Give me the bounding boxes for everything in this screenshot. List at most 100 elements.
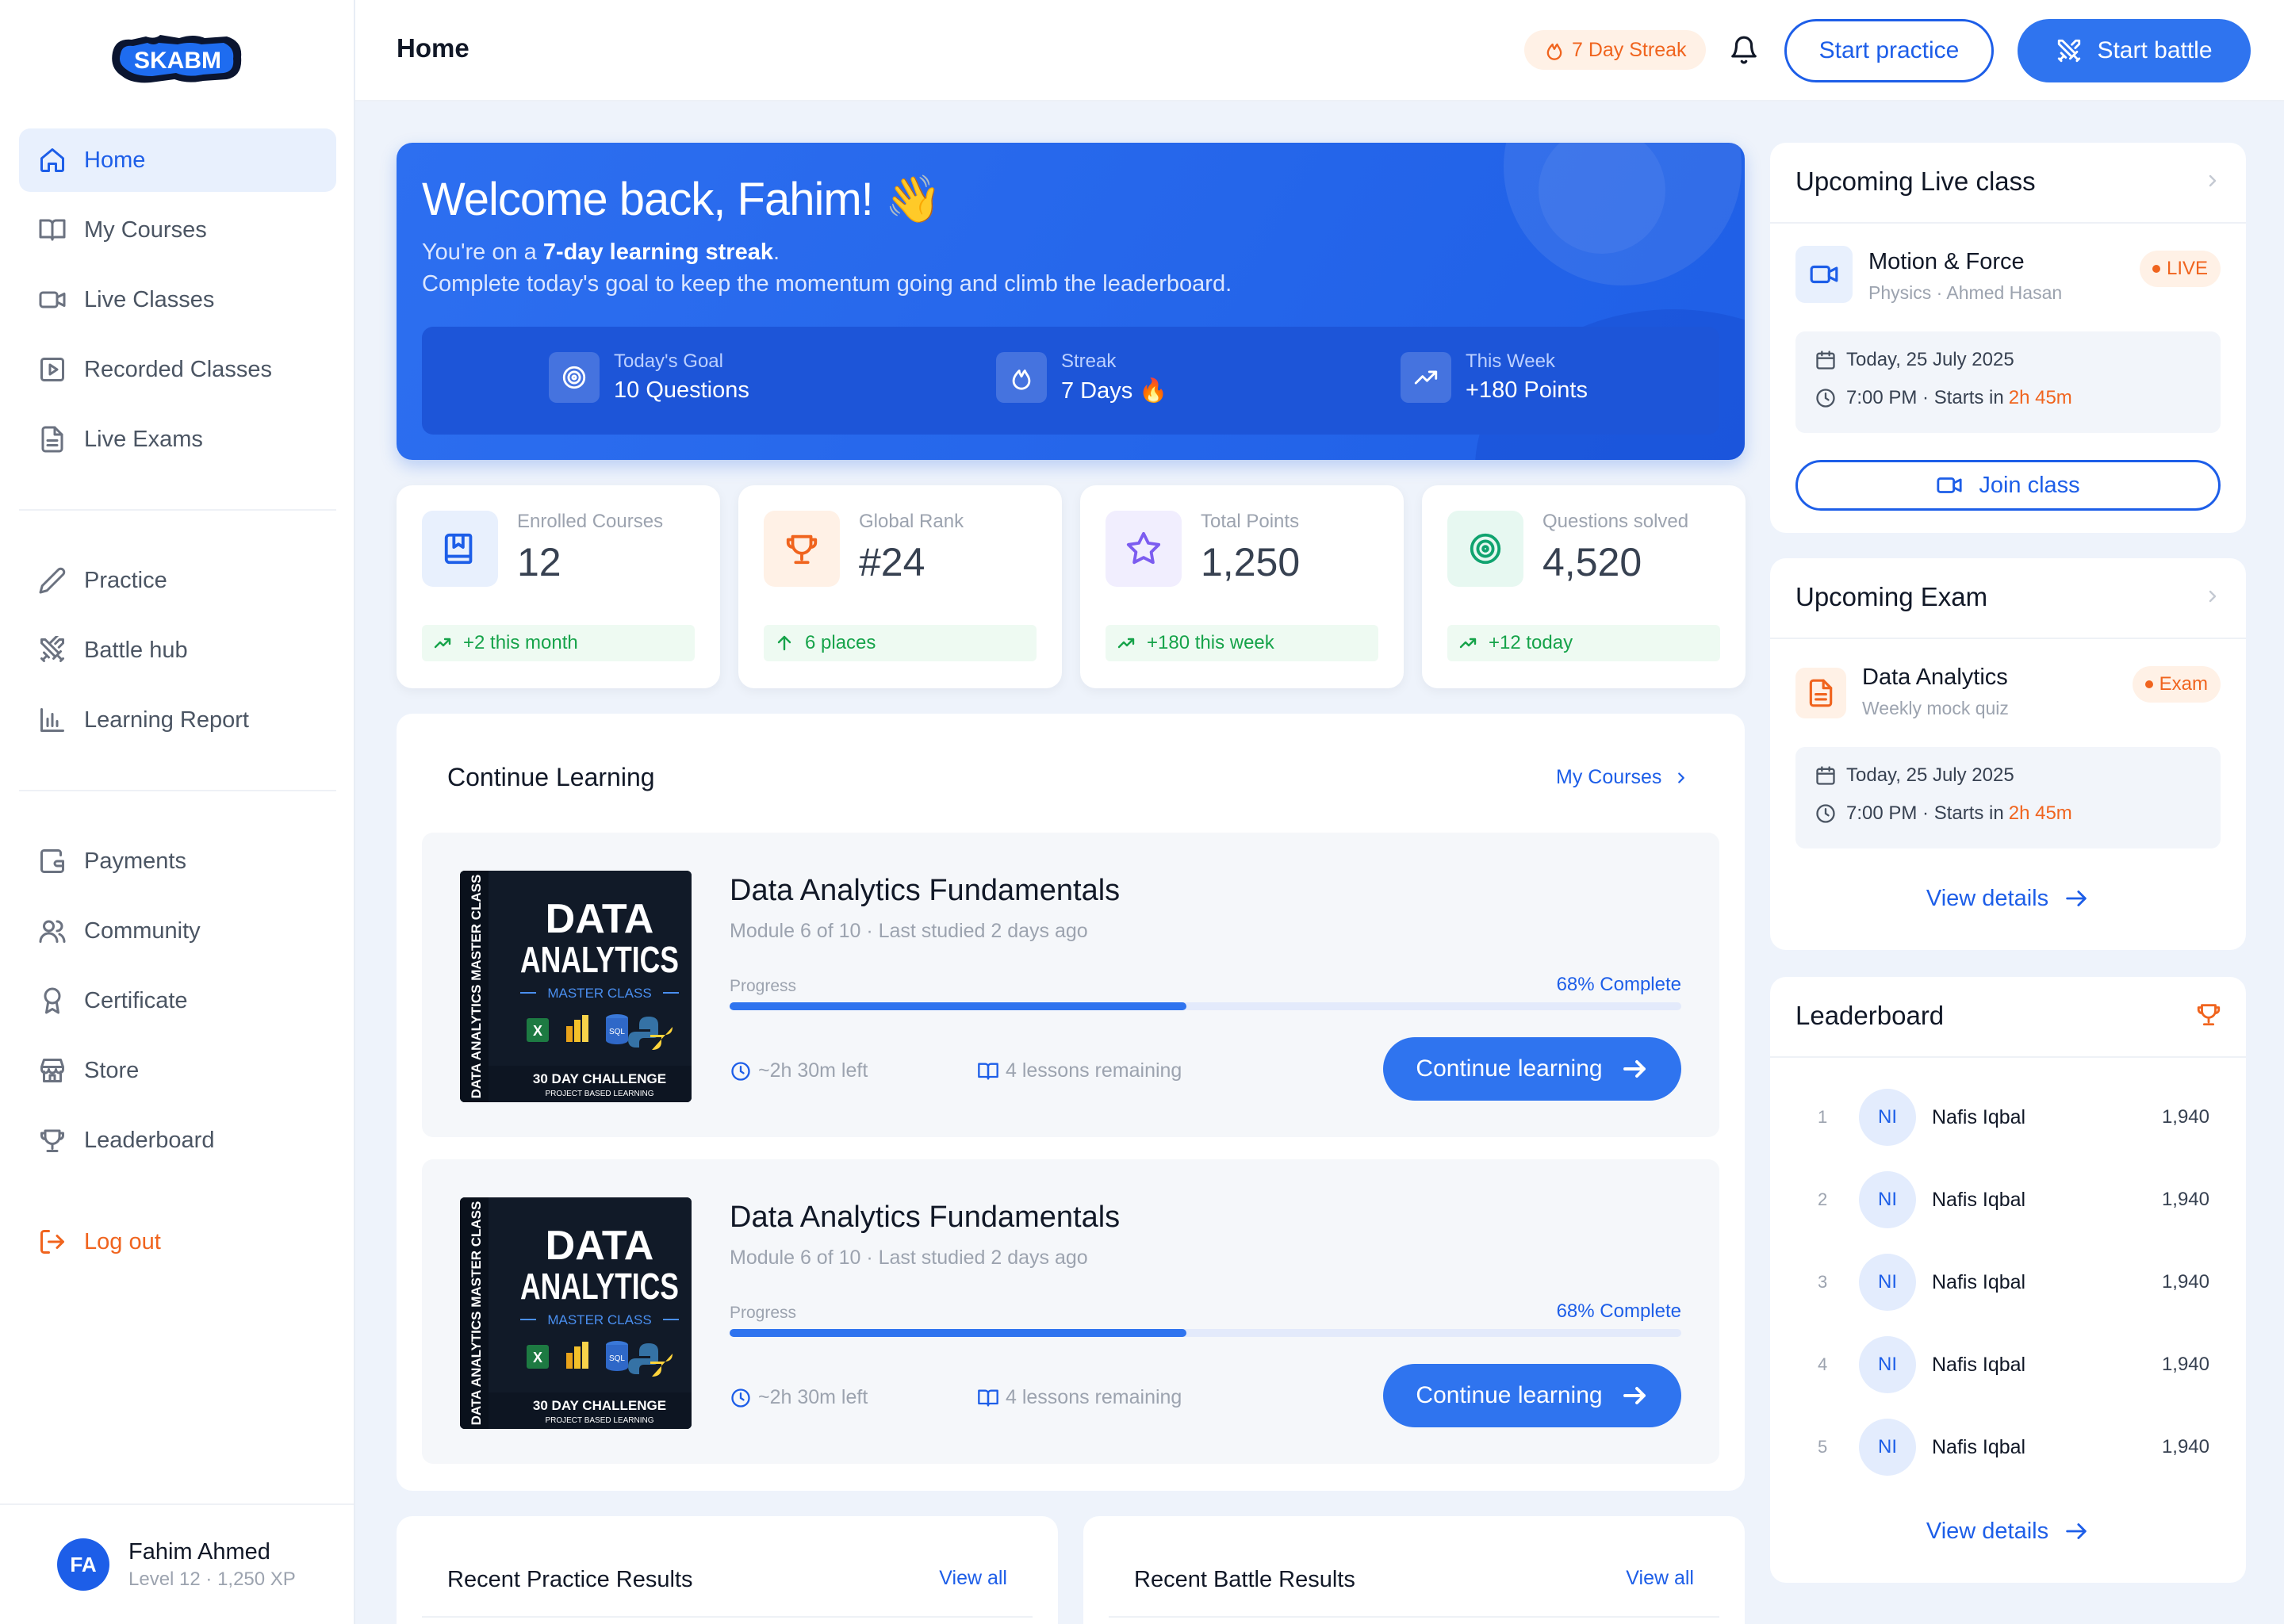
welcome-streak-bold: 7-day learning streak [542, 239, 773, 265]
arrow-up-icon [777, 635, 791, 651]
time-left-text: ~2h 30m left [758, 1059, 868, 1082]
button-label: Continue learning [1416, 1055, 1603, 1082]
arrow-right-icon [1623, 1060, 1646, 1078]
progress-bar [730, 1329, 1681, 1337]
calendar-icon [1816, 350, 1835, 370]
sidebar-item-certificate[interactable]: Certificate [19, 969, 336, 1032]
chevron-right-icon [1678, 772, 1685, 783]
live-class-name[interactable]: Motion & Force [1868, 249, 2025, 275]
rank: 5 [1818, 1437, 1828, 1457]
thumb-side-text: DATA ANALYTICS MASTER CLASS [469, 875, 484, 1099]
questions-solved-card[interactable]: Questions solved 4,520 +12 today [1422, 485, 1746, 688]
sidebar-item-leaderboard[interactable]: Leaderboard [19, 1109, 336, 1172]
trend-up-icon [434, 638, 451, 649]
view-all-link[interactable]: View all [1626, 1567, 1694, 1590]
bell-icon[interactable] [1729, 35, 1759, 65]
player-points: 1,940 [2161, 1436, 2209, 1457]
recent-practice-results-card: Recent Practice Results View all [397, 1516, 1058, 1624]
book-icon [444, 533, 473, 565]
leaderboard-row[interactable]: 3 NI Nafis Iqbal 1,940 [1795, 1253, 2221, 1312]
stat-change: +2 this month [422, 625, 695, 661]
logout-icon [40, 1230, 64, 1254]
app-logo[interactable]: SKABM [108, 29, 247, 89]
sidebar-item-learning-report[interactable]: Learning Report [19, 688, 336, 752]
sidebar-item-label: Certificate [84, 987, 188, 1013]
start-practice-button[interactable]: Start practice [1784, 19, 1994, 82]
divider [1770, 222, 2246, 224]
global-rank-card[interactable]: Global Rank #24 6 places [738, 485, 1062, 688]
time-text: 7:00 PM · Starts in [1846, 802, 2004, 824]
course-card[interactable]: DATA ANALYTICS MASTER CLASS DATA ANALYTI… [422, 1159, 1719, 1464]
sidebar-item-my-courses[interactable]: My Courses [19, 198, 336, 262]
view-details-link[interactable]: View details [1770, 1518, 2246, 1545]
sidebar-item-recorded-classes[interactable]: Recorded Classes [19, 338, 336, 401]
sidebar-item-community[interactable]: Community [19, 899, 336, 963]
start-battle-button[interactable]: Start battle [2018, 19, 2251, 82]
course-title[interactable]: Data Analytics Fundamentals [730, 1201, 1120, 1235]
welcome-subtitle: Complete today's goal to keep the moment… [422, 271, 1232, 297]
sidebar-item-label: Home [84, 147, 146, 173]
progress-bar [730, 1002, 1681, 1010]
user-profile[interactable]: FA Fahim Ahmed Level 12 · 1,250 XP [0, 1503, 354, 1624]
stat-label: Today's Goal [614, 350, 723, 372]
sidebar-item-live-classes[interactable]: Live Classes [19, 268, 336, 331]
trend-up-icon [1414, 370, 1438, 384]
exam-name[interactable]: Data Analytics [1862, 665, 2008, 691]
home-icon [40, 148, 64, 172]
pen-icon [39, 567, 66, 594]
todays-goal-stat: Today's Goal 10 Questions [549, 350, 749, 404]
sidebar-item-battle-hub[interactable]: Battle hub [19, 619, 336, 682]
join-class-button[interactable]: Join class [1795, 460, 2221, 511]
lessons-remaining: 4 lessons remaining [977, 1059, 1182, 1082]
users-icon [39, 920, 66, 943]
leaderboard-row[interactable]: 5 NI Nafis Iqbal 1,940 [1795, 1418, 2221, 1477]
divider [422, 1616, 1033, 1618]
book-open-icon [978, 1063, 998, 1079]
sidebar-item-practice[interactable]: Practice [19, 549, 336, 612]
view-all-link[interactable]: View all [939, 1567, 1007, 1590]
flame-icon [1012, 370, 1031, 390]
leaderboard-row[interactable]: 1 NI Nafis Iqbal 1,940 [1795, 1088, 2221, 1147]
progress-percent: 68% Complete [1556, 974, 1681, 995]
avatar: NI [1859, 1419, 1916, 1476]
leaderboard-row[interactable]: 4 NI Nafis Iqbal 1,940 [1795, 1335, 2221, 1394]
player-name: Nafis Iqbal [1932, 1188, 2026, 1211]
countdown: 2h 45m [2008, 387, 2072, 408]
chevron-right-icon[interactable] [2203, 171, 2222, 190]
sidebar-item-home[interactable]: Home [19, 128, 336, 192]
continue-learning-button[interactable]: Continue learning [1383, 1364, 1681, 1427]
exam-subtitle: Weekly mock quiz [1862, 698, 2009, 718]
swords-icon [2058, 39, 2081, 63]
leaderboard-row[interactable]: 2 NI Nafis Iqbal 1,940 [1795, 1170, 2221, 1229]
welcome-text: . [772, 239, 780, 265]
view-details-link[interactable]: View details [1770, 885, 2246, 912]
logout-button[interactable]: Log out [19, 1210, 336, 1274]
page-title: Home [397, 33, 469, 63]
my-courses-link[interactable]: My Courses [1556, 766, 1690, 789]
svg-text:X: X [533, 1023, 542, 1039]
chevron-right-icon[interactable] [2203, 587, 2222, 606]
link-label: View details [1926, 1518, 2049, 1544]
course-title[interactable]: Data Analytics Fundamentals [730, 874, 1120, 908]
sidebar-item-label: Battle hub [84, 637, 188, 663]
star-icon [1126, 531, 1161, 565]
stat-label: Enrolled Courses [517, 511, 664, 532]
document-icon [1809, 679, 1833, 707]
course-card[interactable]: DATA ANALYTICS MASTER CLASS DATA ANALYTI… [422, 833, 1719, 1137]
sidebar-item-payments[interactable]: Payments [19, 829, 336, 893]
sidebar-item-live-exams[interactable]: Live Exams [19, 408, 336, 471]
thumb-side-text: DATA ANALYTICS MASTER CLASS [469, 1201, 484, 1426]
progress-fill [730, 1002, 1186, 1010]
time-left-text: ~2h 30m left [758, 1386, 868, 1408]
sidebar-item-store[interactable]: Store [19, 1039, 336, 1102]
continue-learning-button[interactable]: Continue learning [1383, 1037, 1681, 1101]
stat-value: 10 Questions [614, 377, 749, 403]
stat-change: 6 places [764, 625, 1037, 661]
link-label: View details [1926, 885, 2049, 911]
avatar: NI [1859, 1336, 1916, 1393]
streak-stat: Streak 7 Days 🔥 [996, 350, 1167, 404]
total-points-card[interactable]: Total Points 1,250 +180 this week [1080, 485, 1404, 688]
section-title: Continue Learning [447, 763, 655, 791]
play-square-icon [40, 358, 64, 381]
enrolled-courses-card[interactable]: Enrolled Courses 12 +2 this month [397, 485, 720, 688]
